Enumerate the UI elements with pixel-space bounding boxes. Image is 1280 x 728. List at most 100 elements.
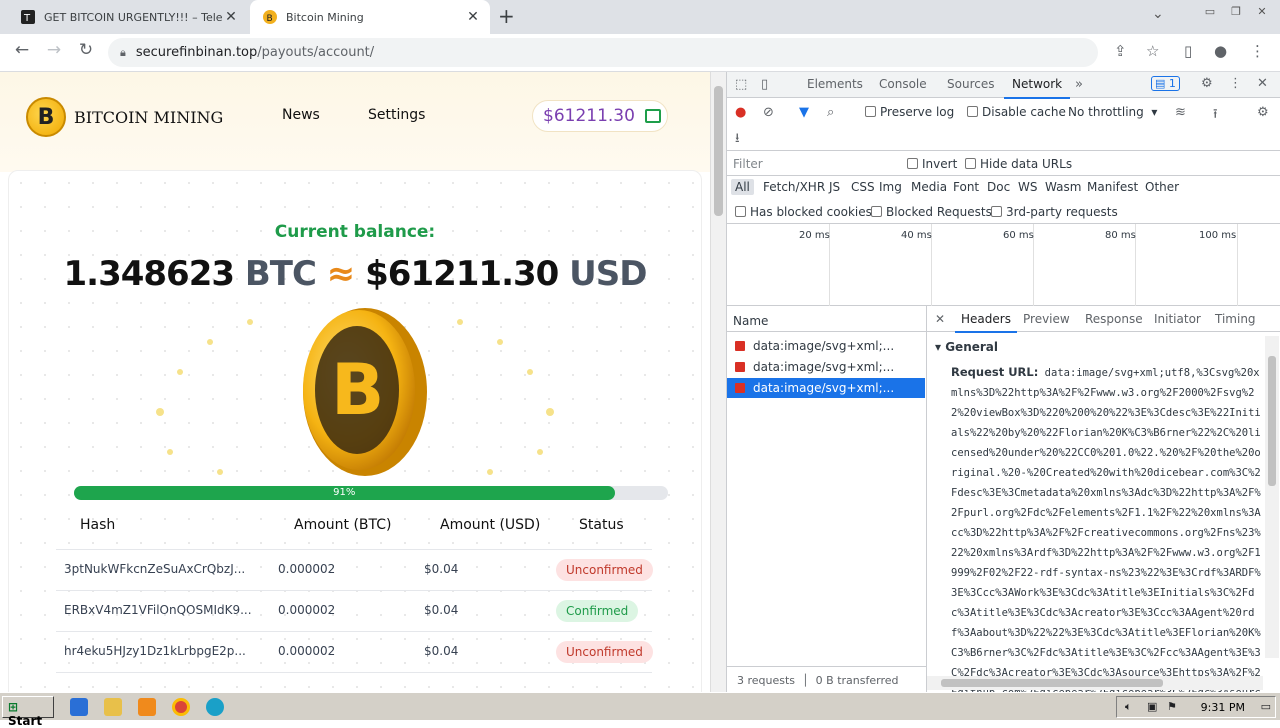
type-manifest[interactable]: Manifest: [1087, 180, 1138, 194]
tab-elements[interactable]: Elements: [807, 77, 863, 91]
tab-sources[interactable]: Sources: [947, 77, 994, 91]
minimize-icon[interactable]: ▭: [1200, 5, 1220, 18]
invert-checkbox[interactable]: Invert: [907, 157, 957, 171]
restore-icon[interactable]: ❐: [1226, 5, 1246, 18]
general-section[interactable]: ▾ General: [935, 340, 998, 354]
close-tab-icon[interactable]: ✕: [222, 9, 240, 25]
chrome-icon[interactable]: [172, 698, 190, 716]
inspect-element-icon[interactable]: ⬚: [735, 77, 747, 92]
type-media[interactable]: Media: [911, 180, 947, 194]
type-fetch-xhr[interactable]: Fetch/XHR: [763, 180, 825, 194]
blocked-requests-checkbox[interactable]: Blocked Requests: [871, 205, 992, 219]
detail-hscrollbar[interactable]: [927, 676, 1263, 690]
type-img[interactable]: Img: [879, 180, 902, 194]
site-logo[interactable]: B BITCOIN MINING: [26, 97, 223, 137]
throttling-select[interactable]: No throttling ▾: [1068, 105, 1157, 119]
network-conditions-icon[interactable]: ≋: [1175, 105, 1186, 120]
type-other[interactable]: Other: [1145, 180, 1179, 194]
table-row[interactable]: ERBxV4mZ1VFilOnQOSMIdK9... 0.000002 $0.0…: [56, 590, 652, 631]
media-player-icon[interactable]: [138, 698, 156, 716]
tab-preview[interactable]: Preview: [1023, 312, 1070, 326]
address-bar[interactable]: 🔒︎ securefinbinan.top/payouts/account/: [108, 38, 1098, 67]
preserve-log-checkbox[interactable]: Preserve log: [865, 105, 954, 119]
third-party-checkbox[interactable]: 3rd-party requests: [991, 205, 1118, 219]
ie-icon[interactable]: [70, 698, 88, 716]
export-har-icon[interactable]: ⭳: [735, 129, 740, 151]
bookmark-star-icon[interactable]: ☆: [1146, 42, 1159, 60]
scrollbar-thumb[interactable]: [941, 679, 1163, 687]
type-wasm[interactable]: Wasm: [1045, 180, 1081, 194]
type-js[interactable]: JS: [829, 180, 840, 194]
back-icon[interactable]: ←: [10, 40, 34, 60]
side-panel-icon[interactable]: ▯: [1184, 42, 1192, 60]
name-column-header[interactable]: Name: [727, 306, 927, 332]
close-devtools-icon[interactable]: ✕: [1257, 76, 1268, 91]
more-tabs-icon[interactable]: »: [1075, 77, 1083, 92]
tab-timing[interactable]: Timing: [1215, 312, 1256, 326]
search-icon[interactable]: ⌕: [827, 105, 834, 120]
system-tray: 🔈︎ ▣ ⚑ 9:31 PM ▭: [1116, 696, 1276, 718]
request-row-selected[interactable]: data:image/svg+xml;...: [727, 378, 925, 398]
volume-icon[interactable]: 🔈︎: [1125, 700, 1132, 714]
type-css[interactable]: CSS: [851, 180, 875, 194]
tab-search-chevron-icon[interactable]: ⌄: [1152, 6, 1164, 22]
forward-icon[interactable]: →: [42, 40, 66, 60]
import-har-icon[interactable]: ⭱: [1213, 105, 1218, 127]
table-row[interactable]: hr4eku5HJzy1Dz1kLrbpgE2p... 0.000002 $0.…: [56, 631, 653, 672]
table-row-partial[interactable]: [56, 672, 652, 692]
has-blocked-cookies-checkbox[interactable]: Has blocked cookies: [735, 205, 872, 219]
disable-cache-checkbox[interactable]: Disable cache: [967, 105, 1066, 119]
type-font[interactable]: Font: [953, 180, 979, 194]
issues-badge[interactable]: ▤ 1: [1151, 76, 1180, 91]
tab-telegram[interactable]: T GET BITCOIN URGENTLY!!! – Telegr ✕: [8, 0, 248, 34]
devtools-menu-icon[interactable]: ⋮: [1229, 76, 1242, 91]
new-tab-icon[interactable]: +: [498, 4, 515, 28]
network-settings-icon[interactable]: ⚙: [1257, 105, 1269, 120]
page-scrollbar[interactable]: [710, 72, 726, 692]
tab-console[interactable]: Console: [879, 77, 927, 91]
balance-pill[interactable]: $61211.30: [532, 100, 668, 132]
nav-news[interactable]: News: [282, 107, 320, 123]
timeline-tick: 60 ms: [1003, 230, 1034, 241]
timeline-gridline: [1237, 224, 1238, 306]
explorer-folder-icon[interactable]: [104, 698, 122, 716]
device-toolbar-icon[interactable]: ▯: [761, 77, 768, 92]
type-all[interactable]: All: [731, 179, 754, 195]
edge-icon[interactable]: [206, 698, 224, 716]
hide-data-urls-checkbox[interactable]: Hide data URLs: [965, 157, 1072, 171]
request-row[interactable]: data:image/svg+xml;...: [727, 357, 925, 377]
network-icon[interactable]: ▣: [1147, 700, 1157, 713]
tab-bitcoin-mining[interactable]: B Bitcoin Mining ✕: [250, 0, 490, 34]
share-icon[interactable]: ⇪: [1114, 42, 1127, 60]
settings-gear-icon[interactable]: ⚙: [1201, 76, 1213, 91]
clear-icon[interactable]: ⊘: [763, 105, 774, 120]
btc-cell: 0.000002: [278, 603, 336, 617]
flag-icon[interactable]: ⚑: [1167, 700, 1177, 713]
reload-icon[interactable]: ↻: [74, 40, 98, 60]
type-ws[interactable]: WS: [1018, 180, 1037, 194]
scrollbar-thumb[interactable]: [714, 86, 723, 216]
close-detail-icon[interactable]: ✕: [935, 312, 945, 326]
request-count: 3 requests: [737, 674, 796, 687]
profile-avatar-icon[interactable]: ●: [1214, 42, 1227, 60]
filter-icon[interactable]: ▼: [799, 105, 809, 120]
detail-scrollbar[interactable]: [1265, 336, 1279, 658]
window-close-icon[interactable]: ✕: [1252, 5, 1272, 18]
show-desktop-icon[interactable]: ▭: [1261, 700, 1271, 713]
start-button[interactable]: ⊞ Start: [2, 696, 54, 728]
scrollbar-thumb[interactable]: [1268, 356, 1276, 486]
request-row[interactable]: data:image/svg+xml;...: [727, 336, 925, 356]
nav-settings[interactable]: Settings: [368, 107, 425, 123]
filter-input[interactable]: Filter: [731, 155, 893, 173]
tab-initiator[interactable]: Initiator: [1154, 312, 1201, 326]
tab-headers[interactable]: Headers: [955, 312, 1017, 333]
close-tab-icon[interactable]: ✕: [464, 9, 482, 25]
record-icon[interactable]: ●: [735, 105, 746, 120]
type-doc[interactable]: Doc: [987, 180, 1010, 194]
network-timeline[interactable]: 20 ms 40 ms 60 ms 80 ms 100 ms: [727, 224, 1280, 306]
url-host: securefinbinan.top: [135, 45, 258, 60]
table-row[interactable]: 3ptNukWFkcnZeSuAxCrQbzJ... 0.000002 $0.0…: [56, 549, 653, 590]
tab-network[interactable]: Network: [1003, 77, 1071, 99]
tab-response[interactable]: Response: [1085, 312, 1143, 326]
menu-kebab-icon[interactable]: ⋮: [1250, 42, 1265, 60]
